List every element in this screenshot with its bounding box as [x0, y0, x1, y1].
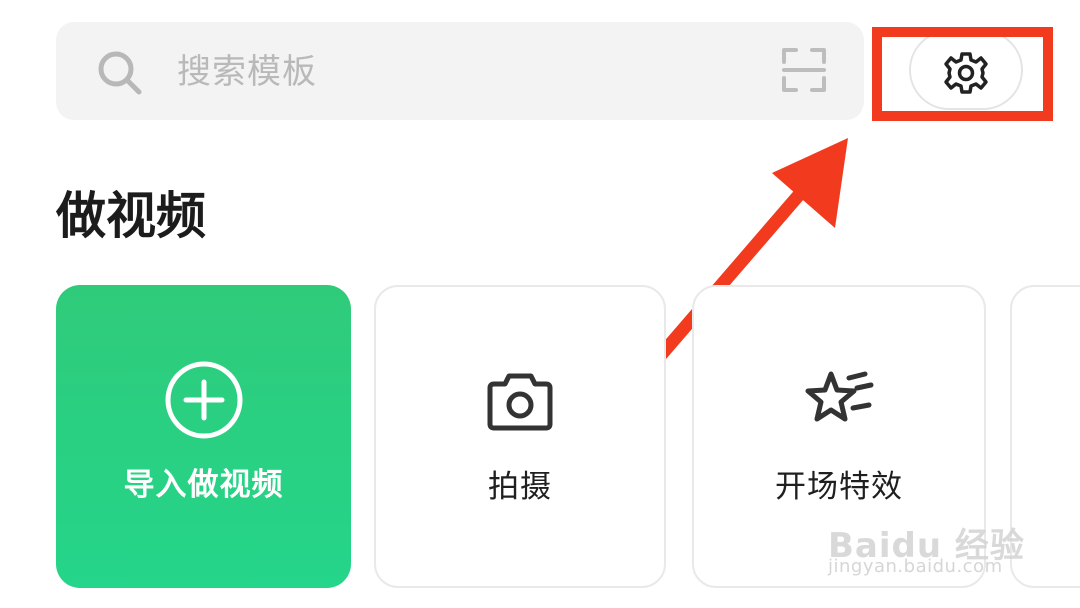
- import-video-label: 导入做视频: [123, 467, 284, 503]
- camera-icon: [487, 373, 553, 431]
- plus-circle-icon: [165, 361, 242, 439]
- partial-tile[interactable]: [1010, 285, 1080, 588]
- star-icon: [805, 371, 874, 422]
- opening-effects-label: 开场特效: [775, 469, 903, 505]
- search-input[interactable]: 搜索模板: [177, 50, 317, 94]
- import-video-tile[interactable]: 导入做视频: [56, 285, 351, 588]
- opening-effects-tile[interactable]: 开场特效: [692, 285, 986, 588]
- annotation-highlight-box: [872, 27, 1053, 121]
- section-title: 做视频: [56, 187, 206, 245]
- shoot-label: 拍摄: [488, 469, 552, 505]
- shoot-tile[interactable]: 拍摄: [374, 285, 666, 588]
- scan-icon[interactable]: [780, 46, 828, 94]
- search-icon: [98, 51, 142, 95]
